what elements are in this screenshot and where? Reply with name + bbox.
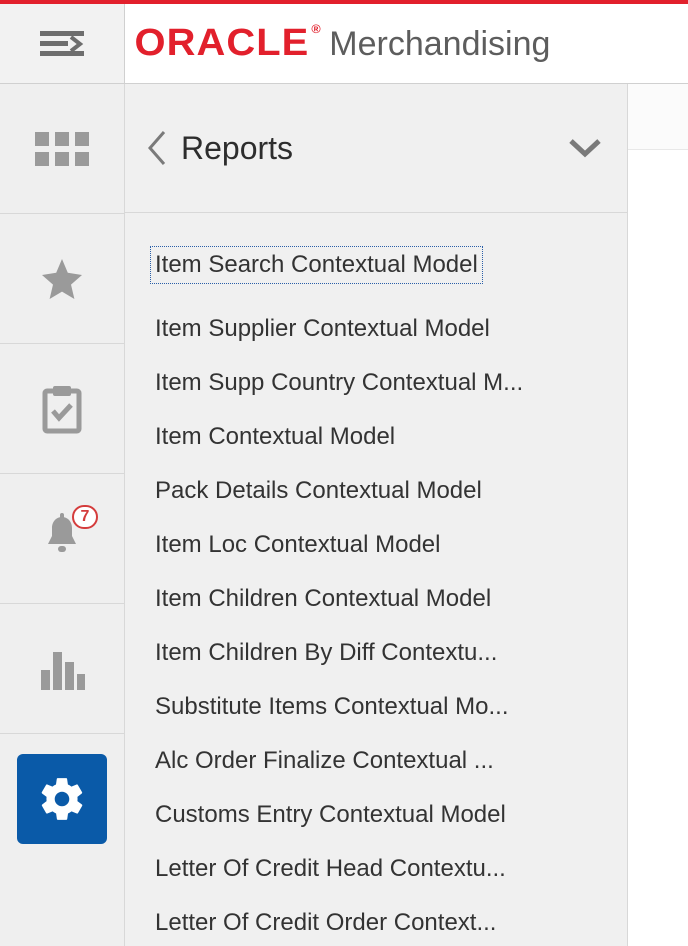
sidebar-item-settings[interactable] [0, 734, 124, 864]
top-bar: ORACLE® Merchandising [0, 0, 688, 84]
list-item[interactable]: Substitute Items Contextual Mo... [151, 680, 601, 734]
sidebar-item-apps[interactable] [0, 84, 124, 214]
content-header-placeholder [628, 84, 688, 150]
chevron-down-icon [567, 137, 603, 159]
list-item[interactable]: Letter Of Credit Order Context... [151, 896, 601, 946]
menu-toggle-button[interactable] [0, 4, 125, 83]
sidebar-item-dashboards[interactable] [0, 604, 124, 734]
notifications-badge: 7 [72, 505, 98, 529]
panel-collapse-button[interactable] [565, 137, 605, 159]
sidebar-item-tasks[interactable] [0, 344, 124, 474]
sidebar-active-highlight [17, 754, 107, 844]
panel-title: Reports [181, 130, 565, 167]
reports-panel: Reports Item Search Contextual Model Ite… [125, 84, 628, 946]
sidebar: 7 [0, 84, 125, 946]
list-item[interactable]: Item Loc Contextual Model [151, 518, 601, 572]
panel-back-button[interactable] [139, 128, 175, 168]
content-area [628, 84, 688, 946]
product-name: Merchandising [329, 25, 550, 64]
oracle-logo: ORACLE® [135, 22, 322, 65]
brand: ORACLE® Merchandising [125, 22, 550, 65]
sidebar-item-notifications[interactable]: 7 [0, 474, 124, 604]
star-icon [38, 255, 86, 303]
hamburger-icon [40, 31, 84, 57]
list-item[interactable]: Item Children By Diff Contextu... [151, 626, 601, 680]
bar-chart-icon [39, 648, 85, 690]
list-item[interactable]: Item Search Contextual Model [151, 247, 482, 283]
reports-list: Item Search Contextual Model Item Suppli… [125, 213, 627, 946]
apps-icon [35, 132, 89, 166]
list-item[interactable]: Letter Of Credit Head Contextu... [151, 842, 601, 896]
list-item[interactable]: Item Supp Country Contextual M... [151, 356, 601, 410]
sidebar-item-favorites[interactable] [0, 214, 124, 344]
chevron-right-icon [68, 35, 84, 53]
panel-header: Reports [125, 84, 627, 213]
list-item[interactable]: Alc Order Finalize Contextual ... [151, 734, 601, 788]
list-item[interactable]: Pack Details Contextual Model [151, 464, 601, 518]
list-item[interactable]: Item Supplier Contextual Model [151, 302, 601, 356]
list-item[interactable]: Item Children Contextual Model [151, 572, 601, 626]
gear-icon [37, 774, 87, 824]
registered-mark: ® [311, 22, 321, 36]
oracle-logo-text: ORACLE [135, 22, 310, 64]
chevron-left-icon [144, 128, 170, 168]
list-item[interactable]: Item Contextual Model [151, 410, 601, 464]
list-item[interactable]: Customs Entry Contextual Model [151, 788, 601, 842]
clipboard-check-icon [39, 383, 85, 435]
